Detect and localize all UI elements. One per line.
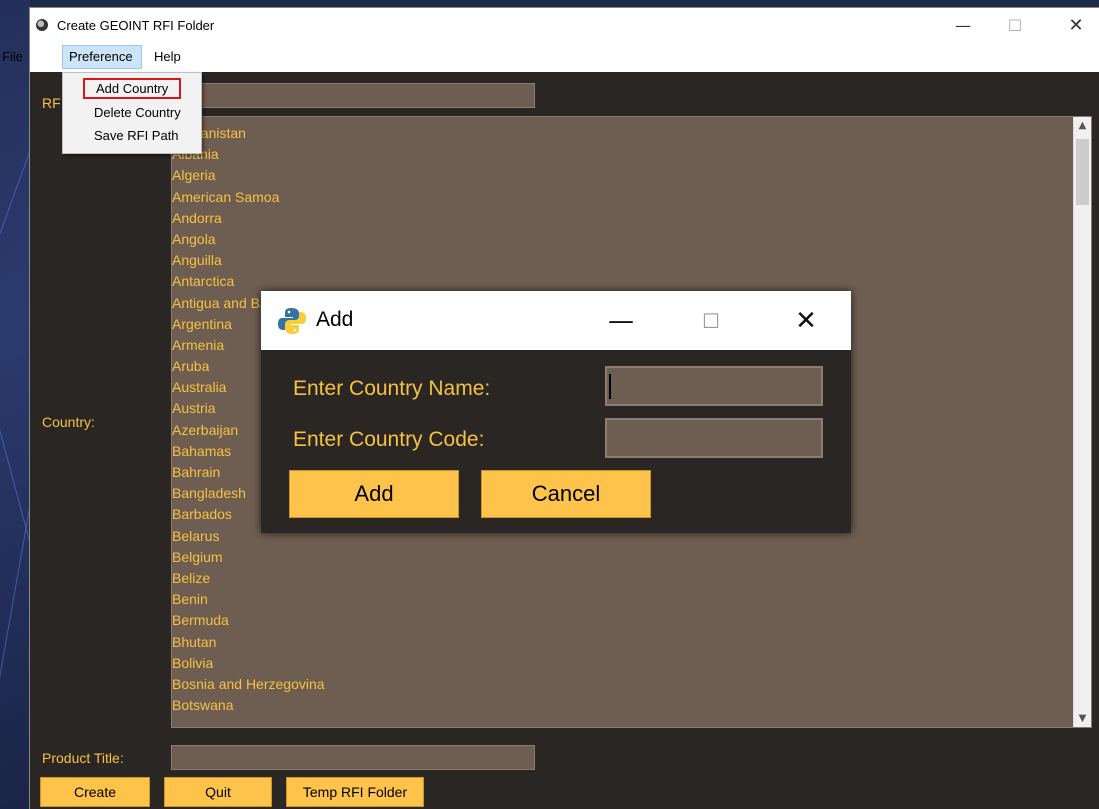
country-list-item[interactable]: Andorra: [172, 208, 325, 229]
country-list-item[interactable]: Algeria: [172, 165, 325, 186]
menu-help[interactable]: Help: [154, 49, 181, 64]
window-title: Create GEOINT RFI Folder: [57, 18, 215, 33]
country-list-item[interactable]: Belize: [172, 568, 325, 589]
desktop-background: [0, 0, 71, 809]
menu-delete-country[interactable]: Delete Country: [94, 105, 181, 120]
menu-bar: File Preference Help: [2, 44, 1099, 73]
country-list-item[interactable]: Bhutan: [172, 632, 325, 653]
country-label: Country:: [42, 414, 95, 430]
dialog-close-button[interactable]: ✕: [776, 299, 836, 343]
country-list-item[interactable]: Angola: [172, 229, 325, 250]
country-list-item[interactable]: Botswana: [172, 695, 325, 716]
menu-save-rfi-path[interactable]: Save RFI Path: [94, 128, 179, 143]
country-list-item[interactable]: American Samoa: [172, 187, 325, 208]
rfi-label: RF: [42, 95, 61, 111]
country-list-item[interactable]: Bermuda: [172, 610, 325, 631]
product-title-label: Product Title:: [42, 750, 124, 766]
country-code-input[interactable]: [605, 418, 823, 458]
rfi-input[interactable]: [171, 83, 535, 108]
product-title-input[interactable]: [171, 745, 535, 770]
quit-button[interactable]: Quit: [164, 777, 272, 807]
python-icon: [278, 308, 306, 334]
country-name-label: Enter Country Name:: [293, 377, 491, 400]
dialog-maximize-button[interactable]: ☐: [681, 299, 741, 343]
country-name-input[interactable]: [605, 366, 823, 406]
scroll-thumb[interactable]: [1076, 139, 1089, 205]
preference-dropdown: Add Country Delete Country Save RFI Path: [62, 72, 202, 154]
country-list-item[interactable]: Antarctica: [172, 271, 325, 292]
country-list-item[interactable]: Belgium: [172, 547, 325, 568]
create-button[interactable]: Create: [40, 777, 150, 807]
dialog-minimize-button[interactable]: —: [591, 299, 651, 343]
minimize-button[interactable]: —: [940, 8, 986, 44]
country-code-label: Enter Country Code:: [293, 428, 485, 451]
country-list-item[interactable]: Bosnia and Herzegovina: [172, 674, 325, 695]
menu-file[interactable]: File: [2, 49, 23, 64]
title-bar: Create GEOINT RFI Folder — ☐ ✕: [30, 8, 1099, 44]
dialog-cancel-button[interactable]: Cancel: [481, 470, 651, 518]
close-button[interactable]: ✕: [1053, 8, 1099, 44]
text-cursor: [609, 374, 611, 399]
dialog-title-bar: Add — ☐ ✕: [261, 291, 851, 350]
maximize-button[interactable]: ☐: [992, 8, 1038, 44]
desktop-decoration: [0, 502, 32, 798]
list-scrollbar[interactable]: ▲ ▼: [1073, 117, 1091, 727]
country-list-item[interactable]: Bolivia: [172, 653, 325, 674]
menu-preference[interactable]: Preference: [62, 45, 142, 69]
country-list-item[interactable]: Benin: [172, 589, 325, 610]
scroll-up-icon[interactable]: ▲: [1074, 117, 1091, 134]
menu-add-country[interactable]: Add Country: [83, 78, 182, 99]
country-list-item[interactable]: Anguilla: [172, 250, 325, 271]
app-icon: [36, 19, 48, 31]
temp-rfi-folder-button[interactable]: Temp RFI Folder: [286, 777, 424, 807]
add-country-dialog: Add — ☐ ✕ Enter Country Name: Enter Coun…: [261, 291, 851, 533]
scroll-down-icon[interactable]: ▼: [1074, 710, 1091, 727]
dialog-title: Add: [316, 308, 354, 331]
dialog-add-button[interactable]: Add: [289, 470, 459, 518]
